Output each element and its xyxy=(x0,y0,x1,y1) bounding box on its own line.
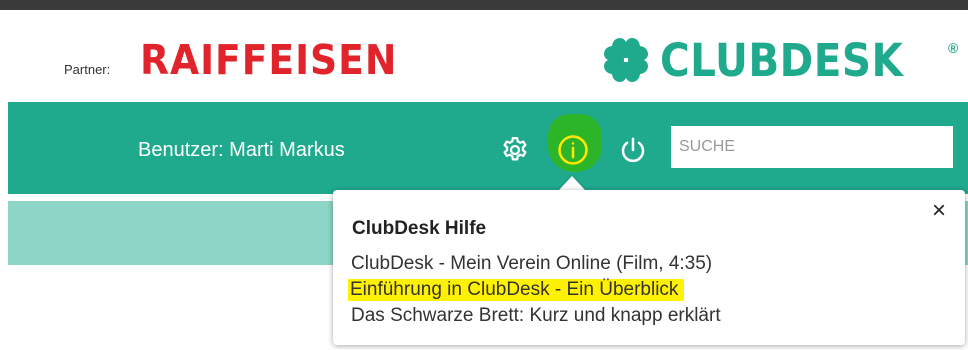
partner-label: Partner: xyxy=(64,62,111,77)
help-info-button[interactable] xyxy=(553,130,593,170)
clover-icon xyxy=(604,38,648,82)
top-bar xyxy=(0,0,968,10)
info-icon xyxy=(558,135,588,165)
close-icon[interactable]: × xyxy=(928,199,950,223)
power-icon xyxy=(621,137,645,163)
registered-mark: ® xyxy=(948,40,959,56)
search-input[interactable] xyxy=(671,126,953,168)
help-link-film[interactable]: ClubDesk - Mein Verein Online (Film, 4:3… xyxy=(351,253,712,275)
settings-button[interactable] xyxy=(497,132,533,168)
raiffeisen-logo[interactable]: RAIFFEISEN xyxy=(140,36,397,84)
help-link-einfuehrung[interactable]: Einführung in ClubDesk - Ein Überblick xyxy=(348,279,685,301)
logout-button[interactable] xyxy=(613,130,653,170)
user-label: Benutzer: Marti Markus xyxy=(138,139,345,161)
clubdesk-logo[interactable]: CLUBDESK xyxy=(598,32,930,88)
popover-caret xyxy=(558,176,586,191)
clubdesk-wordmark: CLUBDESK xyxy=(660,33,904,87)
help-link-schwarzes-brett[interactable]: Das Schwarze Brett: Kurz und knapp erklä… xyxy=(351,305,721,327)
popover-title: ClubDesk Hilfe xyxy=(352,218,487,239)
gear-icon xyxy=(503,137,527,161)
